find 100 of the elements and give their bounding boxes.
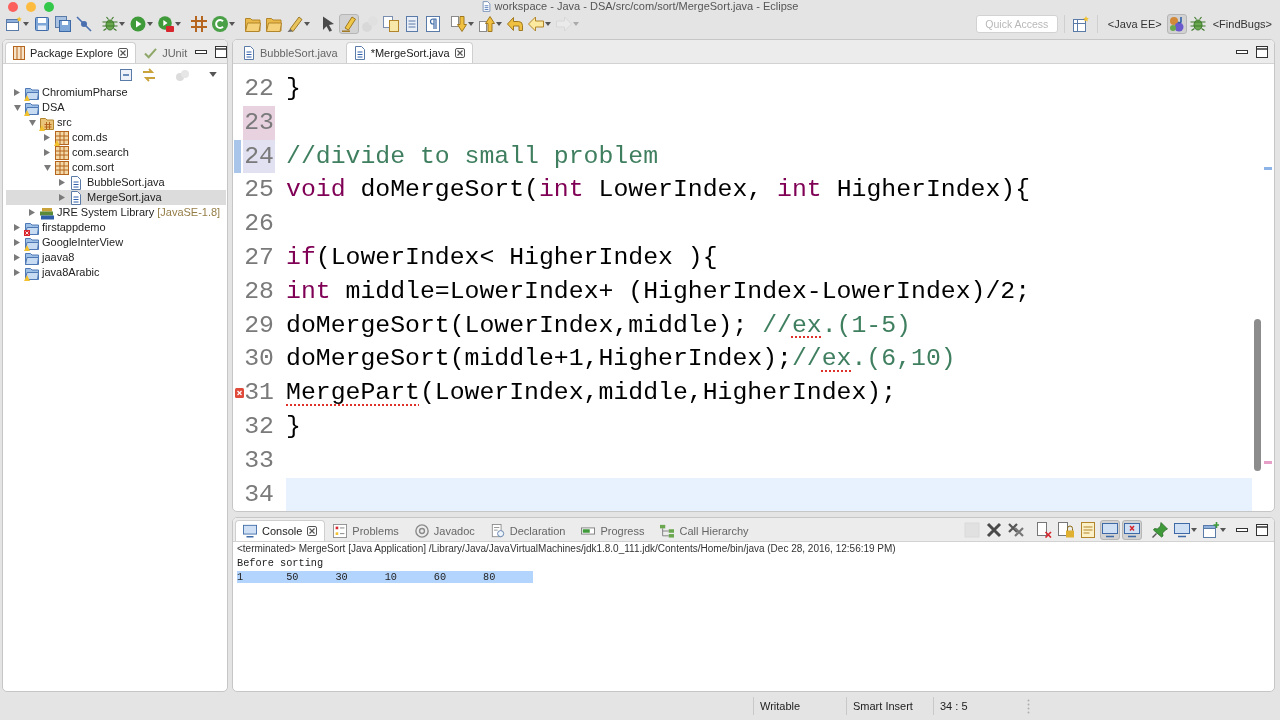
toolbar-button[interactable] [128,14,155,34]
panel-tab[interactable]: Package Explore [5,42,137,63]
close-icon[interactable] [454,48,465,58]
panel-tab[interactable]: Call Hierarchy [652,520,757,541]
maximize-icon[interactable] [1256,45,1268,58]
code-line: } [286,73,301,104]
line-number: 24 [243,139,275,174]
toolbar-button[interactable] [505,14,525,34]
toolbar-button[interactable] [4,14,31,34]
maximize-icon[interactable] [215,45,227,58]
paragraph-icon [425,16,441,32]
tree-item[interactable]: MergeSort.java [6,190,226,205]
disclosure-triangle-icon[interactable] [44,134,50,141]
shapes-icon [1168,16,1185,32]
toolbar-button[interactable] [53,14,73,34]
toolbar-button[interactable] [1150,519,1170,540]
code-line: MergePart(LowerIndex,middle,HigherIndex); [286,377,897,409]
panel-tab[interactable]: Problems [325,520,407,541]
toolbar-button[interactable] [74,14,94,34]
line-number: 31 [243,377,275,409]
disclosure-triangle-icon[interactable] [14,269,20,276]
toolbar-button[interactable] [1056,519,1076,540]
tree-item[interactable]: com.ds [42,130,108,145]
panel-tab[interactable]: Console [235,520,326,541]
folder-icon [25,100,39,115]
editor-tab[interactable]: *MergeSort.java [345,42,473,63]
panel-tab[interactable]: Progress [573,520,653,541]
scrollbar-thumb[interactable] [1254,319,1261,471]
tree-item[interactable]: GoogleInterView [12,235,124,250]
panel-tab[interactable]: JUnit [136,42,196,63]
disclosure-triangle-icon[interactable] [14,89,20,96]
close-icon[interactable] [307,526,318,536]
minimize-icon[interactable] [195,49,208,54]
toolbar-button[interactable] [32,14,52,34]
tree-item[interactable]: java8Arabic [12,265,100,280]
tree-item[interactable]: com.search [42,145,129,160]
play-icon [130,16,146,32]
toolbar-button[interactable] [100,14,127,34]
code-line: } [286,410,301,442]
toolbar-button[interactable] [449,14,476,34]
panel-tab[interactable]: Declaration [482,520,574,541]
window-close-icon[interactable] [8,1,18,12]
close-icon[interactable] [118,48,129,58]
toolbar-button[interactable] [156,14,183,34]
disclosure-triangle-icon[interactable] [59,194,65,201]
disclosure-triangle-icon[interactable] [44,149,50,156]
open-perspective-button[interactable] [1070,14,1091,34]
minimize-icon[interactable] [1236,49,1248,54]
toolbar-button[interactable] [1034,519,1054,540]
code-line: //divide to small problem [286,140,658,172]
toolbar-button[interactable] [423,14,443,34]
tree-item[interactable]: src [27,115,72,130]
monitor-x-icon [1124,521,1140,538]
maximize-icon[interactable] [1256,523,1268,536]
tree-item[interactable]: com.sort [42,160,115,175]
line-number: 27 [243,242,275,273]
file-icon [243,46,255,60]
disclosure-triangle-icon[interactable] [59,179,65,186]
disclosure-triangle-icon[interactable] [13,104,21,111]
caret-icon [496,22,502,26]
library-version-text: [JavaSE-1.8] [157,205,221,220]
quick-access-field[interactable]: Quick Access [975,15,1058,33]
perspective-button[interactable]: <FindBugs> [1208,14,1276,34]
toolbar-button[interactable] [189,14,209,34]
caret-icon [147,22,153,26]
document-lock-icon [1058,521,1074,538]
editor-tab[interactable]: BubbleSort.java [235,42,346,63]
disclosure-triangle-icon[interactable] [28,119,36,126]
disclosure-triangle-icon[interactable] [43,164,51,171]
toolbar-button[interactable] [477,14,504,34]
link-arrows-icon[interactable] [142,67,156,82]
collapse-all-icon[interactable] [120,68,132,81]
console-output: Before sorting [237,557,324,569]
toolbar-button[interactable] [1100,519,1120,540]
minimize-icon[interactable] [1236,527,1248,532]
panel-tab[interactable]: Javadoc [406,520,483,541]
disclosure-triangle-icon[interactable] [14,239,20,246]
toolbar-button[interactable] [1122,519,1142,540]
folder-icon [25,265,39,280]
perspective-button[interactable] [1166,14,1187,34]
toolbar-button[interactable] [381,14,401,34]
tree-item[interactable]: DSA [12,100,65,115]
caret-icon[interactable] [209,72,217,77]
tree-item[interactable]: ChromiumPharse [12,85,128,100]
disclosure-triangle-icon[interactable] [29,209,35,216]
toolbar-button[interactable] [1201,519,1228,540]
columns-icon [13,46,25,60]
code-line: doMergeSort(LowerIndex,middle); //ex.(1-5) [286,309,911,341]
perspective-button[interactable]: <Java EE> [1103,14,1166,34]
disclosure-triangle-icon[interactable] [14,224,20,231]
tree-item[interactable]: firstappdemo [12,220,106,235]
tree-item[interactable]: JRE System Library [JavaSE-1.8] [27,205,221,220]
toolbar-button[interactable] [285,14,312,34]
x-mark-icon [986,521,1002,538]
toolbar-button[interactable] [210,14,237,34]
code-line: if(LowerIndex< HigherIndex ){ [286,242,718,273]
error-marker-icon[interactable] [234,388,244,399]
tree-item[interactable]: BubbleSort.java [57,175,165,190]
tree-item[interactable]: jaava8 [12,250,75,265]
disclosure-triangle-icon[interactable] [14,254,20,261]
